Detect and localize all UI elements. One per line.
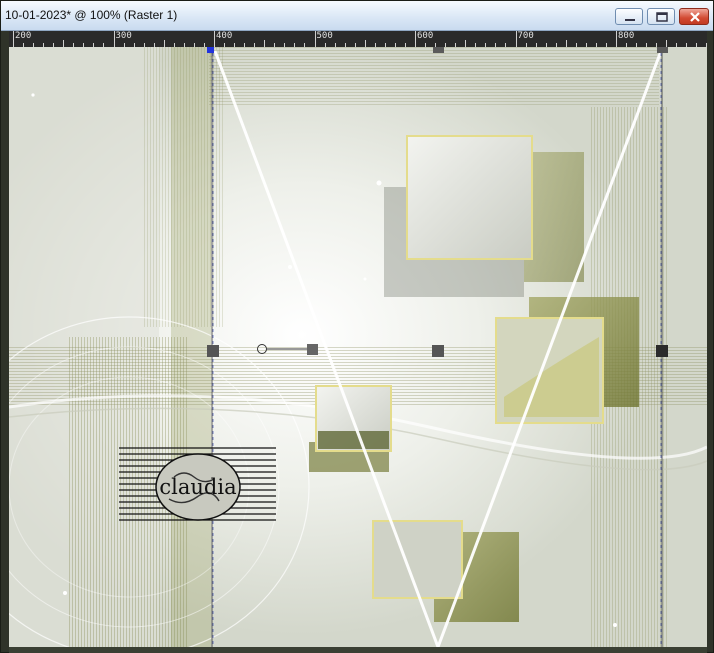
ruler-label: 300 bbox=[115, 31, 132, 41]
ruler-label: 400 bbox=[216, 31, 233, 41]
corner-handle[interactable] bbox=[207, 47, 214, 53]
edge-handle[interactable] bbox=[433, 47, 444, 53]
ruler-tick bbox=[565, 40, 567, 47]
edge-handle[interactable] bbox=[656, 345, 668, 357]
window-title: 10-01-2023* @ 100% (Raster 1) bbox=[5, 8, 178, 22]
ruler-label: 200 bbox=[15, 31, 32, 41]
ruler-label: 500 bbox=[316, 31, 333, 41]
close-button[interactable] bbox=[679, 8, 709, 25]
restore-button[interactable] bbox=[647, 8, 675, 25]
ruler-label: 700 bbox=[517, 31, 534, 41]
ruler-tick bbox=[63, 40, 65, 47]
ruler-tick bbox=[666, 40, 668, 47]
ruler-tick bbox=[113, 31, 115, 47]
title-bar[interactable]: 10-01-2023* @ 100% (Raster 1) bbox=[1, 1, 713, 31]
artwork: claudia bbox=[9, 47, 707, 647]
close-icon bbox=[690, 12, 700, 22]
ruler-tick bbox=[264, 40, 266, 47]
frame-square bbox=[372, 520, 463, 599]
ruler-label: 800 bbox=[618, 31, 635, 41]
ruler-tick bbox=[214, 31, 215, 47]
minimize-icon bbox=[625, 19, 635, 21]
ruler-label: 600 bbox=[417, 31, 434, 41]
image-canvas[interactable]: claudia bbox=[9, 47, 707, 647]
frame-square bbox=[406, 135, 533, 260]
ruler-tick bbox=[415, 31, 416, 47]
horizontal-ruler[interactable]: 200 300 400 500 600 700 800 bbox=[9, 31, 707, 47]
edge-handle[interactable] bbox=[207, 345, 219, 357]
restore-icon bbox=[656, 12, 668, 22]
ruler-tick bbox=[465, 40, 467, 47]
watermark-text: claudia bbox=[159, 475, 236, 499]
ruler-tick bbox=[364, 40, 366, 47]
center-handle[interactable] bbox=[432, 345, 444, 357]
window-bottom-edge bbox=[9, 647, 707, 653]
ruler-tick bbox=[163, 40, 165, 47]
ruler-tick bbox=[616, 31, 617, 47]
minimize-button[interactable] bbox=[615, 8, 643, 25]
rotation-handle[interactable] bbox=[307, 344, 318, 355]
image-window: 10-01-2023* @ 100% (Raster 1) 200 300 400 5… bbox=[0, 0, 714, 653]
ruler-tick bbox=[13, 31, 14, 47]
ruler-tick bbox=[515, 31, 517, 47]
corner-handle[interactable] bbox=[657, 47, 668, 53]
ruler-tick bbox=[314, 31, 316, 47]
